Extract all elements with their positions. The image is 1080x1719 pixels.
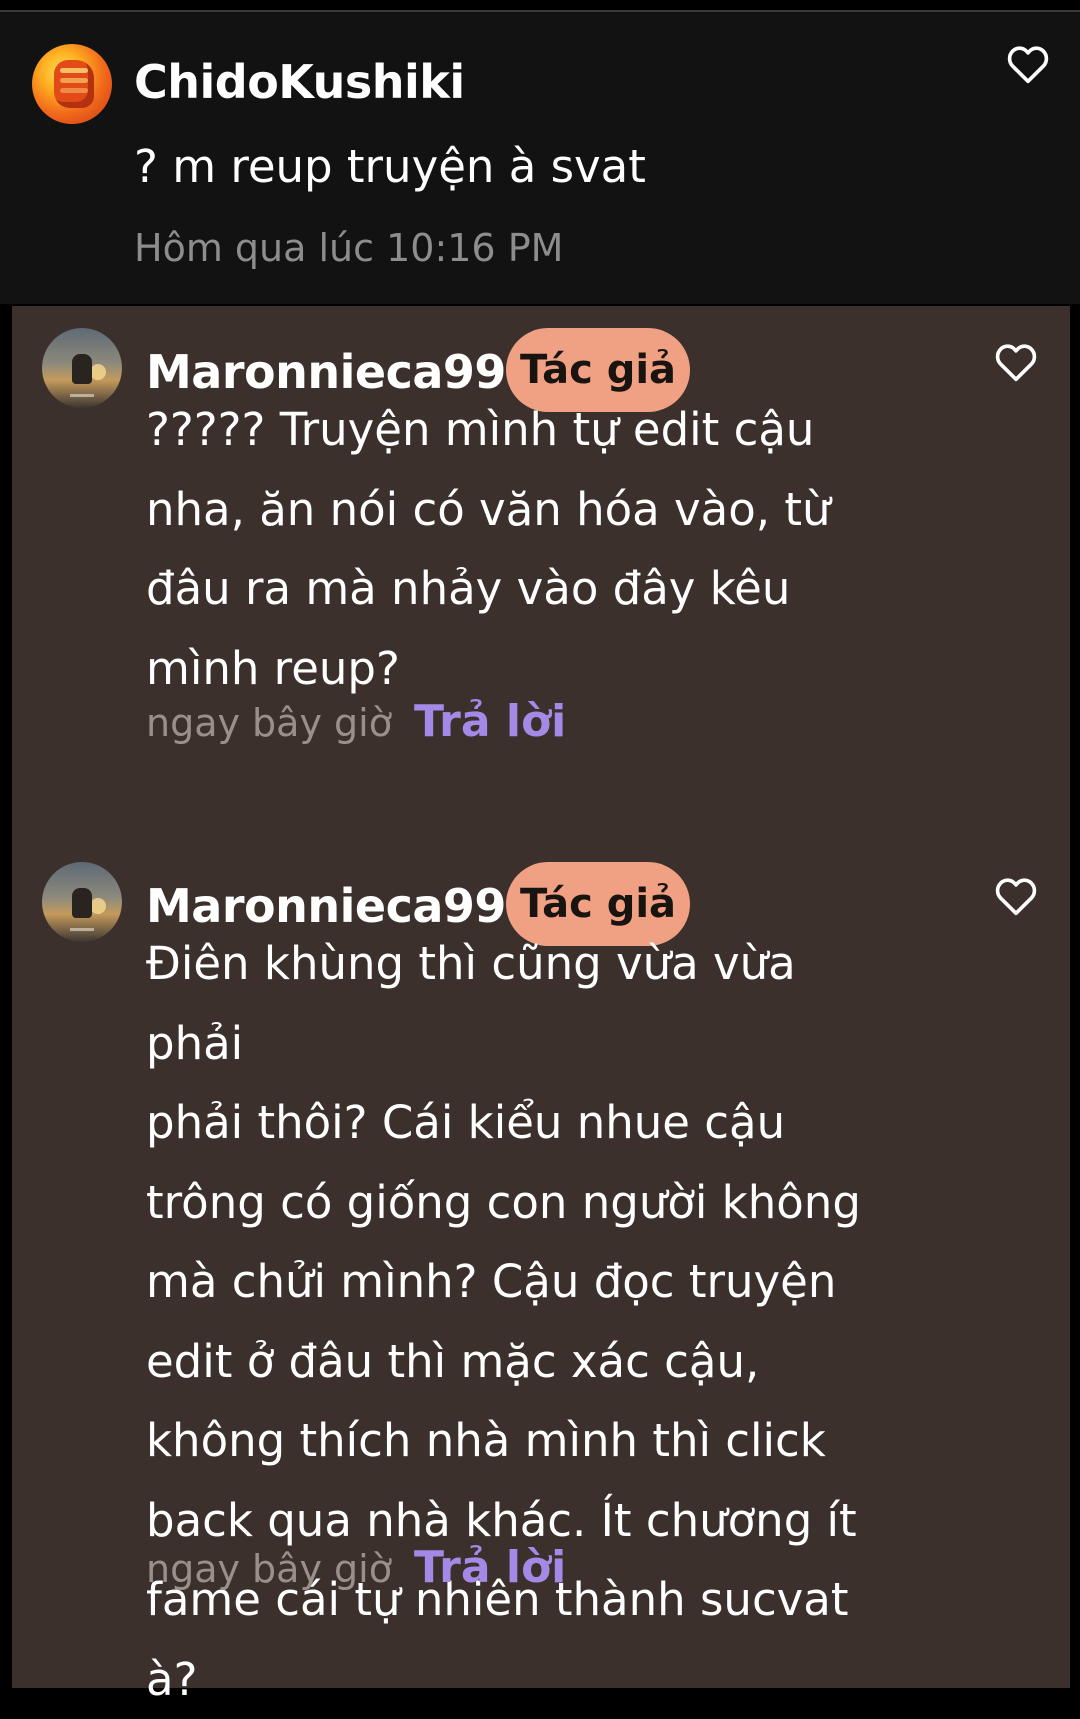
- replies-thread: Maronnieca99 Tác giả ????? Truyện mình t…: [12, 306, 1070, 1706]
- user-avatar[interactable]: [32, 44, 112, 124]
- main-comment: ChidoKushiki ? m reup truyện à svat Hôm …: [0, 12, 1080, 304]
- like-button-reply-2[interactable]: [994, 876, 1038, 916]
- reply-avatar[interactable]: [42, 862, 122, 942]
- comment-timestamp: Hôm qua lúc 10:16 PM: [134, 226, 564, 270]
- reply-button[interactable]: Trả lời: [414, 1540, 566, 1596]
- heart-outline-icon[interactable]: [1006, 44, 1050, 84]
- reply-time: ngay bây giờ: [146, 1547, 392, 1591]
- reply-item: Maronnieca99 Tác giả Điên khùng thì cũng…: [12, 840, 1070, 1706]
- reply-text: Điên khùng thì cũng vừa vừa phải phải th…: [146, 937, 861, 1706]
- comment-text: ? m reup truyện à svat: [134, 140, 646, 193]
- like-button-reply-1[interactable]: [994, 342, 1038, 382]
- raised-fist-avatar: [54, 60, 94, 108]
- like-button-main[interactable]: [1006, 44, 1050, 84]
- reply-text: ????? Truyện mình tự edit cậu nha, ăn nó…: [146, 403, 831, 695]
- heart-outline-icon[interactable]: [994, 342, 1038, 382]
- avatar-caption: [70, 394, 94, 397]
- reply-item: Maronnieca99 Tác giả ????? Truyện mình t…: [12, 306, 1070, 840]
- avatar-sun: [90, 898, 106, 914]
- comment-username[interactable]: ChidoKushiki: [134, 54, 465, 110]
- anime-scene-avatar: [72, 354, 92, 384]
- reply-meta: ngay bây giờ Trả lời: [146, 694, 566, 750]
- reply-button[interactable]: Trả lời: [414, 694, 566, 750]
- heart-outline-icon[interactable]: [994, 876, 1038, 916]
- reply-avatar[interactable]: [42, 328, 122, 408]
- avatar-caption: [70, 928, 94, 931]
- avatar-sun: [90, 364, 106, 380]
- reply-meta: ngay bây giờ Trả lời: [146, 1540, 566, 1596]
- reply-time: ngay bây giờ: [146, 701, 392, 745]
- anime-scene-avatar: [72, 888, 92, 918]
